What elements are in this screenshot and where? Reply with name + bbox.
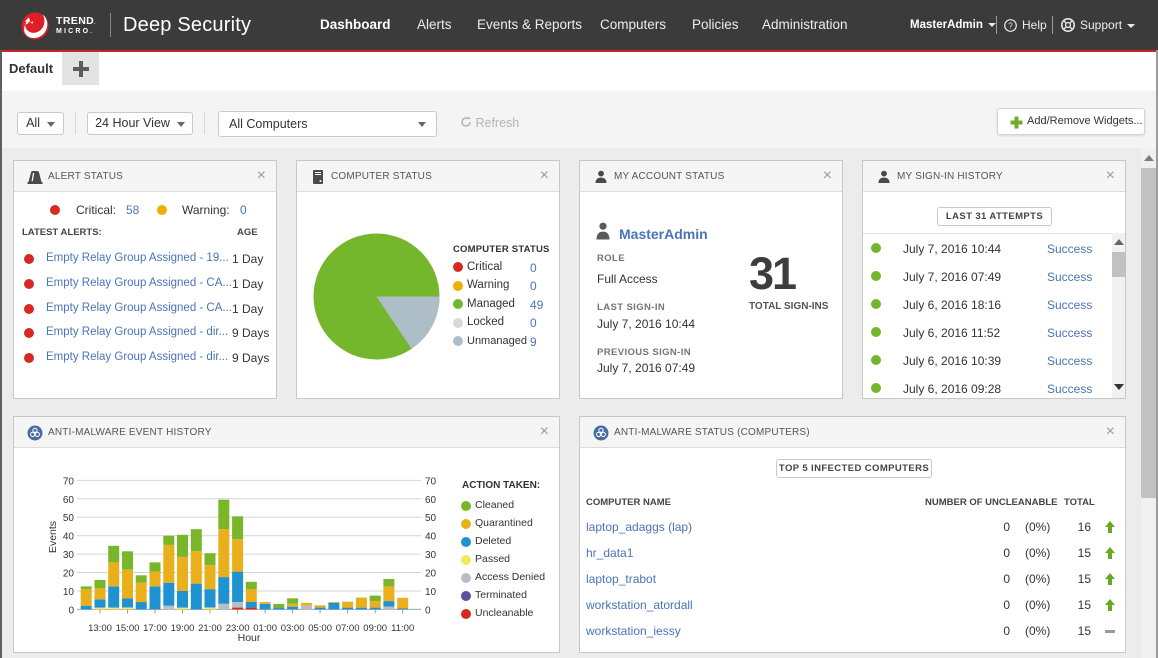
svg-text:20: 20 — [63, 569, 75, 580]
svg-text:Events: Events — [47, 521, 59, 553]
svg-text:11:00: 11:00 — [391, 623, 414, 634]
svg-text:0: 0 — [425, 605, 431, 616]
svg-text:0: 0 — [68, 605, 74, 616]
svg-text:70: 70 — [425, 476, 437, 487]
svg-text:?: ? — [1008, 20, 1013, 30]
svg-text:30: 30 — [63, 550, 75, 561]
svg-text:20: 20 — [425, 569, 437, 580]
svg-text:40: 40 — [425, 532, 437, 543]
svg-text:50: 50 — [63, 513, 75, 524]
svg-text:Hour: Hour — [238, 632, 261, 644]
svg-text:30: 30 — [425, 550, 437, 561]
svg-text:60: 60 — [63, 495, 75, 506]
svg-text:21:00: 21:00 — [198, 623, 222, 634]
svg-text:60: 60 — [425, 495, 437, 506]
svg-text:40: 40 — [63, 532, 75, 543]
svg-text:10: 10 — [425, 587, 437, 598]
svg-text:09:00: 09:00 — [363, 623, 387, 634]
svg-text:19:00: 19:00 — [171, 623, 195, 634]
svg-text:03:00: 03:00 — [281, 623, 305, 634]
svg-text:13:00: 13:00 — [88, 623, 112, 634]
svg-text:50: 50 — [425, 513, 437, 524]
svg-text:15:00: 15:00 — [116, 623, 140, 634]
svg-text:17:00: 17:00 — [143, 623, 167, 634]
svg-text:05:00: 05:00 — [308, 623, 332, 634]
svg-text:70: 70 — [63, 476, 75, 487]
svg-text:10: 10 — [63, 587, 75, 598]
svg-text:07:00: 07:00 — [336, 623, 360, 634]
